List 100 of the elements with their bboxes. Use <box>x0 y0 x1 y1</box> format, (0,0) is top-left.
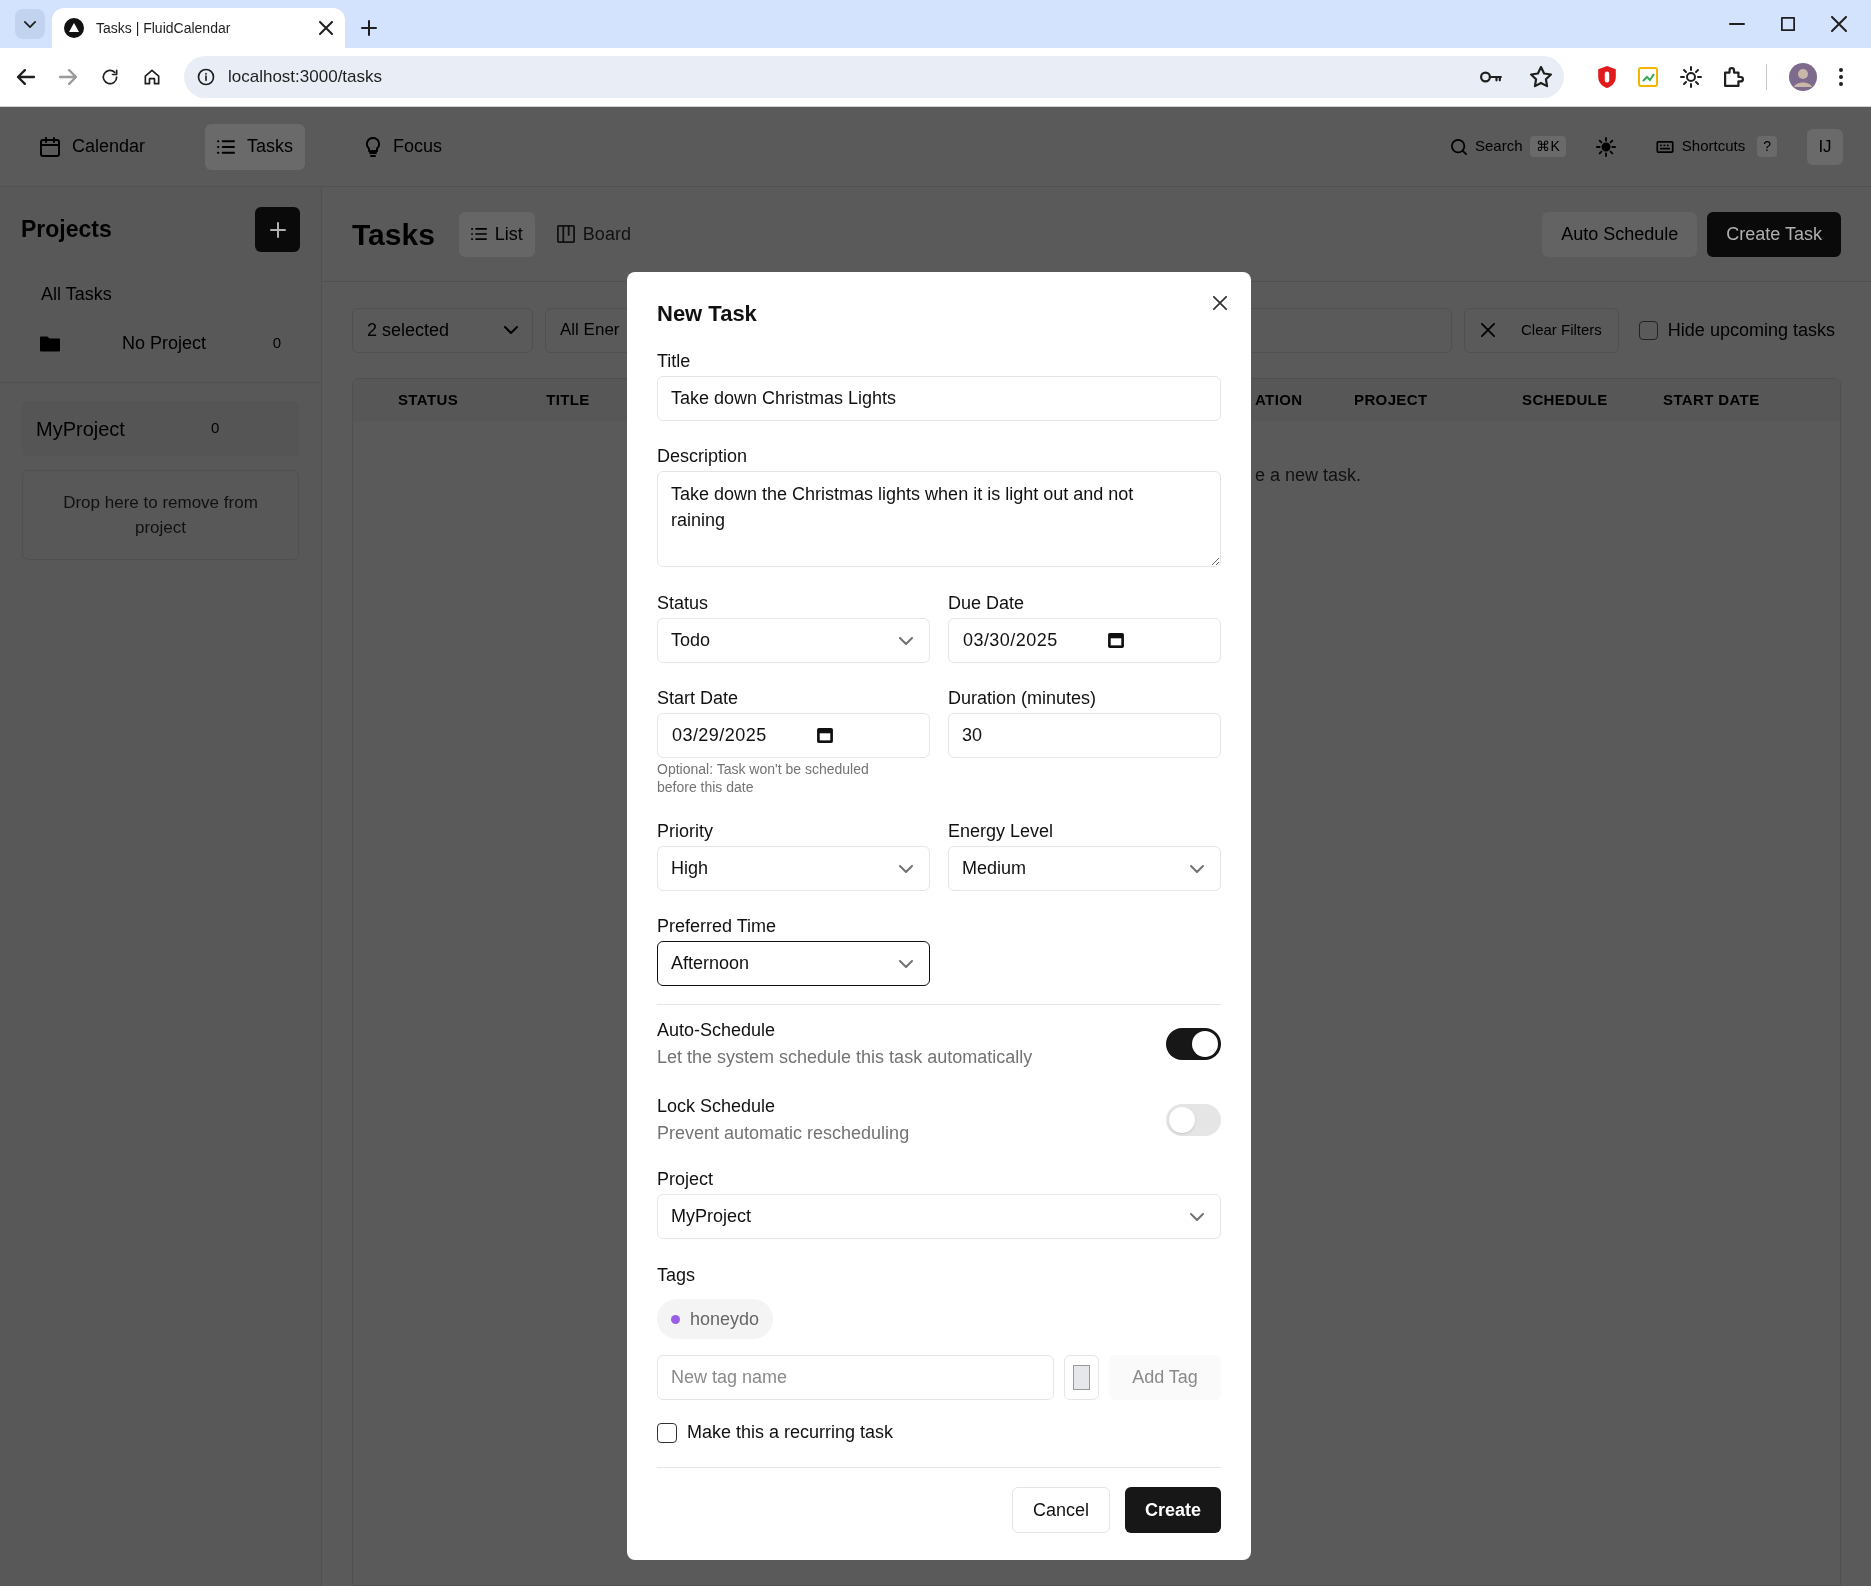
plus-icon[interactable] <box>361 20 377 36</box>
puzzle-icon[interactable] <box>1724 67 1744 87</box>
status-select[interactable]: Todo <box>657 618 930 663</box>
shortcuts-button[interactable]: Shortcuts <box>1651 126 1750 167</box>
lightbulb-icon <box>365 136 382 157</box>
user-avatar[interactable]: IJ <box>1807 128 1843 165</box>
tag-name-field[interactable]: New tag name <box>657 1355 1054 1400</box>
profile-avatar-icon[interactable] <box>1789 63 1817 91</box>
chevron-down-icon <box>899 864 913 873</box>
column-header: START DATE <box>1663 389 1761 410</box>
forward-arrow-icon[interactable] <box>58 69 78 85</box>
energy-level-select[interactable]: Medium <box>948 846 1221 891</box>
triangle-logo-icon <box>64 18 84 38</box>
tab-list-button[interactable] <box>15 9 45 39</box>
dialog-title: New Task <box>657 299 757 328</box>
close-icon[interactable] <box>1213 296 1227 310</box>
checkbox[interactable] <box>1638 320 1658 340</box>
field-label: Title <box>657 351 692 371</box>
site-info-icon[interactable] <box>196 67 216 87</box>
close-icon[interactable] <box>1831 16 1847 32</box>
sun-icon[interactable] <box>1595 136 1616 157</box>
page-title: Tasks <box>352 216 435 253</box>
calendar-icon <box>40 136 60 157</box>
view-tab[interactable]: List <box>458 211 535 257</box>
shield-extension-icon[interactable] <box>1598 66 1616 88</box>
toggle-label: Auto-Schedule <box>657 1019 777 1041</box>
field-label: Start Date <box>657 688 740 708</box>
sidebar-title: Projects <box>21 215 112 245</box>
board-icon <box>556 225 575 243</box>
more-menu-icon[interactable] <box>1839 68 1843 86</box>
folder-icon <box>40 335 60 352</box>
hint-text: Optional: Task won't be scheduled before this date <box>657 760 870 796</box>
gear-extension-icon[interactable] <box>1680 66 1702 88</box>
project-select[interactable]: MyProject <box>657 1194 1221 1239</box>
chevron-down-icon <box>899 636 913 645</box>
back-arrow-icon[interactable] <box>16 69 36 85</box>
checkbox-label: Hide upcoming tasks <box>1667 318 1835 342</box>
clear-filters-button[interactable]: Clear Filters <box>1464 307 1619 353</box>
field-label: Energy Level <box>948 821 1055 841</box>
chevron-down-icon <box>899 959 913 968</box>
status-filter[interactable]: 2 selected <box>352 307 533 353</box>
chevron-down-icon <box>504 326 518 334</box>
close-icon <box>1481 323 1495 337</box>
key-icon[interactable] <box>1480 71 1502 83</box>
add-project-button[interactable] <box>255 207 300 252</box>
reload-icon[interactable] <box>100 67 120 87</box>
create-button[interactable]: Create <box>1124 1487 1221 1533</box>
checkbox[interactable] <box>657 1422 677 1443</box>
column-header: STATUS <box>397 389 459 410</box>
create-task-button[interactable]: Create Task <box>1707 211 1841 257</box>
cancel-button[interactable]: Cancel <box>1011 1487 1110 1533</box>
calendar-icon <box>816 728 833 743</box>
nav-tab[interactable]: Tasks <box>205 123 306 170</box>
priority-select[interactable]: High <box>657 846 930 891</box>
empty-message: e a new task. <box>1255 465 1362 485</box>
tag-chip[interactable]: honeydo <box>657 1299 774 1339</box>
add-tag-button[interactable]: Add Tag <box>1109 1355 1221 1400</box>
toggle-description: Let the system schedule this task automatically <box>657 1046 1033 1068</box>
close-icon[interactable] <box>319 21 333 35</box>
field-label: Tags <box>657 1265 697 1285</box>
field-label: Description <box>657 446 749 466</box>
list-icon <box>217 139 236 154</box>
preferred-time-select[interactable]: Afternoon <box>657 941 930 986</box>
calendar-icon <box>1107 633 1124 648</box>
toggle-label: Lock Schedule <box>657 1095 777 1117</box>
chart-extension-icon[interactable] <box>1638 67 1658 87</box>
toggle-switch[interactable] <box>1166 1027 1221 1060</box>
plus-icon <box>269 221 286 238</box>
toggle-description: Prevent automatic rescheduling <box>657 1122 910 1144</box>
sidebar-item[interactable]: No Project 0 <box>40 330 281 360</box>
chevron-down-icon <box>24 20 36 28</box>
column-header: SCHEDULE <box>1522 389 1609 410</box>
star-icon[interactable] <box>1530 66 1552 88</box>
field-label: Status <box>657 593 710 613</box>
browser-tab[interactable]: Tasks | FluidCalendar <box>52 8 345 48</box>
search-button[interactable]: Search <box>1442 126 1531 167</box>
tab-title: Tasks | FluidCalendar <box>96 18 232 38</box>
auto-schedule-button[interactable]: Auto Schedule <box>1542 211 1698 257</box>
shortcut-key: ? <box>1757 136 1777 157</box>
duration-field[interactable]: 30 <box>948 713 1221 758</box>
toggle-switch[interactable] <box>1166 1103 1221 1136</box>
field-label: Project <box>657 1169 715 1189</box>
column-header: PROJECT <box>1354 389 1429 410</box>
keyboard-icon <box>1655 140 1674 153</box>
url-text: localhost:3000/tasks <box>228 66 384 89</box>
due-date-field[interactable]: 03/30/2025 <box>948 618 1221 663</box>
description-field[interactable]: Take down the Christmas lights when it is light out and not raining <box>657 471 1221 567</box>
column-header: TITLE <box>545 389 591 410</box>
address-bar[interactable]: localhost:3000/tasks <box>184 56 1564 98</box>
home-icon[interactable] <box>142 67 162 87</box>
checkbox-label: Make this a recurring task <box>687 1421 894 1444</box>
color-picker[interactable] <box>1064 1355 1099 1400</box>
start-date-field[interactable]: 03/29/2025 <box>657 713 930 758</box>
field-label: Priority <box>657 821 714 841</box>
shortcut-key: ⌘K <box>1530 136 1566 157</box>
title-field[interactable]: Take down Christmas Lights <box>657 376 1221 421</box>
chevron-down-icon <box>1190 1212 1204 1221</box>
search-icon <box>1450 138 1467 155</box>
maximize-icon[interactable] <box>1781 17 1795 31</box>
sidebar-item[interactable]: All Tasks <box>41 281 112 308</box>
